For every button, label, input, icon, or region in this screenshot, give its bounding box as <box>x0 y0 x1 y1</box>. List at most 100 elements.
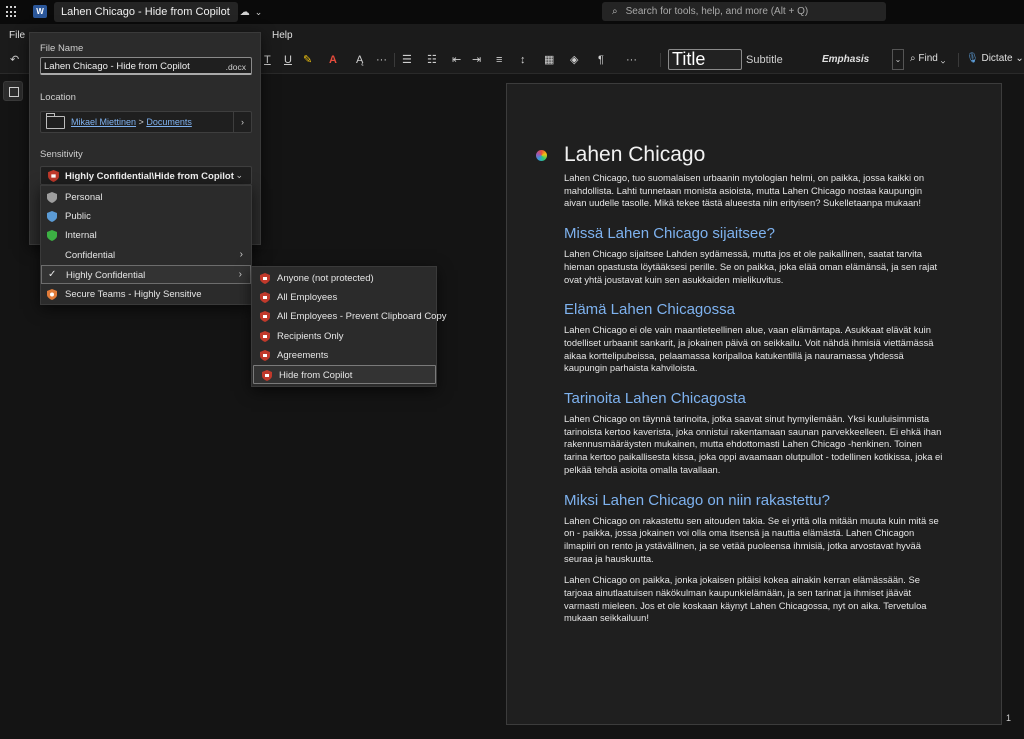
sensitivity-menu: Personal Public Internal Confidential › … <box>40 185 252 305</box>
sensitivity-option-highly-confidential[interactable]: ✓ Highly Confidential › <box>41 265 251 284</box>
submenu-option-anyone[interactable]: Anyone (not protected) <box>252 269 436 288</box>
styles-gallery-chevron-icon[interactable]: ⌄ <box>892 49 904 70</box>
app-launcher-icon[interactable] <box>6 6 18 18</box>
section-heading: Missä Lahen Chicago sijaitsee? <box>564 225 775 243</box>
sensitivity-option-public[interactable]: Public <box>41 207 251 226</box>
document-heading: Lahen Chicago <box>564 143 706 166</box>
paragraph: Lahen Chicago on täynnä tarinoita, jotka… <box>564 413 943 475</box>
dictate-label: Dictate <box>981 53 1013 64</box>
submenu-option-hide-from-copilot[interactable]: Hide from Copilot <box>253 365 436 384</box>
sensitivity-value: Highly Confidential\Hide from Copilot <box>65 171 234 182</box>
chevron-down-icon: ⌄ <box>254 6 263 17</box>
page-number: 1 <box>1006 713 1012 723</box>
shield-icon <box>47 192 57 203</box>
title-bar: W Lahen Chicago - Hide from Copilot ☁ ⌄ … <box>0 0 1024 24</box>
shield-icon <box>47 211 57 222</box>
document-body: Lahen Chicago Lahen Chicago, tuo suomala… <box>564 142 946 625</box>
word-logo-icon: W <box>33 5 47 18</box>
option-label: All Employees <box>277 292 338 303</box>
submenu-option-prevent-clipboard[interactable]: All Employees - Prevent Clipboard Copy <box>252 307 447 326</box>
more-paragraph-options-icon[interactable]: ··· <box>626 52 637 68</box>
shield-icon <box>262 370 272 381</box>
chevron-right-icon: › <box>238 269 242 280</box>
decrease-indent-icon[interactable]: ⇤ <box>452 52 461 68</box>
bullets-icon[interactable]: ☰ <box>402 52 412 68</box>
option-label: Recipients Only <box>277 331 344 342</box>
option-label: Hide from Copilot <box>279 370 353 381</box>
style-title[interactable]: Title <box>668 49 742 70</box>
font-color-icon[interactable]: A <box>329 52 337 68</box>
checkmark-icon: ✓ <box>48 269 57 280</box>
shield-icon <box>48 170 59 182</box>
option-label: Confidential <box>65 250 116 261</box>
section-heading: Elämä Lahen Chicagossa <box>564 301 735 319</box>
file-name-input[interactable]: Lahen Chicago - Hide from Copilot .docx <box>40 57 252 75</box>
document-title: Lahen Chicago - Hide from Copilot <box>61 6 230 18</box>
paragraph: Lahen Chicago sijaitsee Lahden sydämessä… <box>564 248 938 285</box>
align-icon[interactable]: ≡ <box>496 52 502 68</box>
more-options-icon[interactable]: ··· <box>376 52 387 68</box>
folder-icon <box>46 113 65 129</box>
location-picker[interactable]: Mikael Miettinen > Documents › <box>40 111 252 133</box>
line-spacing-icon[interactable]: ↕ <box>520 52 526 68</box>
option-label: Anyone (not protected) <box>277 273 374 284</box>
shield-icon <box>260 350 270 361</box>
option-label: Agreements <box>277 350 329 361</box>
section-heading: Miksi Lahen Chicago on niin rakastettu? <box>564 491 830 509</box>
microphone-icon: 🎙 <box>966 53 979 64</box>
option-label: Personal <box>65 192 103 203</box>
option-label: Public <box>65 211 91 222</box>
paragraph-icon[interactable]: ¶ <box>598 52 604 68</box>
option-label: Secure Teams - Highly Sensitive <box>65 289 202 300</box>
find-button[interactable]: ⌕ Find ⌄ <box>910 53 945 64</box>
dictate-button[interactable]: 🎙 Dictate ⌄ <box>966 53 1024 64</box>
highlight-icon[interactable]: ✎ <box>303 52 312 68</box>
location-path: Mikael Miettinen > Documents <box>71 117 192 127</box>
chevron-right-icon[interactable]: › <box>233 112 251 132</box>
sensitivity-option-internal[interactable]: Internal <box>41 226 251 245</box>
file-name-value: Lahen Chicago - Hide from Copilot <box>44 61 190 72</box>
shield-icon <box>47 230 57 241</box>
submenu-option-agreements[interactable]: Agreements <box>252 346 436 365</box>
section-heading: Tarinoita Lahen Chicagosta <box>564 390 746 408</box>
submenu-option-all-employees[interactable]: All Employees <box>252 288 436 307</box>
copilot-icon[interactable] <box>536 150 547 161</box>
sensitivity-option-secure-teams[interactable]: Secure Teams - Highly Sensitive <box>41 285 251 304</box>
chevron-down-icon: ⌄ <box>235 170 243 180</box>
paragraph: Lahen Chicago, tuo suomalaisen urbaanin … <box>564 172 925 209</box>
option-label: All Employees - Prevent Clipboard Copy <box>277 311 447 322</box>
paragraph: Lahen Chicago on rakastettu sen aitouden… <box>564 514 939 564</box>
numbering-icon[interactable]: ☷ <box>427 52 437 68</box>
sensitivity-dropdown[interactable]: Highly Confidential\Hide from Copilot ⌄ <box>40 166 252 185</box>
shield-icon <box>47 289 57 300</box>
submenu-option-recipients-only[interactable]: Recipients Only <box>252 327 436 346</box>
shield-icon <box>260 273 270 284</box>
location-folder-link[interactable]: Documents <box>146 117 192 127</box>
location-separator: > <box>138 117 144 127</box>
style-subtitle[interactable]: Subtitle <box>746 54 783 66</box>
menu-file[interactable]: File <box>9 30 25 41</box>
location-user-link[interactable]: Mikael Miettinen <box>71 117 136 127</box>
borders-icon[interactable]: ▦ <box>544 52 554 68</box>
navigation-pane-icon[interactable] <box>3 81 23 101</box>
underline-icon[interactable]: U <box>284 52 292 68</box>
shield-icon <box>260 292 270 303</box>
search-box[interactable]: ⌕ Search for tools, help, and more (Alt … <box>602 2 886 21</box>
menu-help[interactable]: Help <box>272 30 293 41</box>
chevron-right-icon: › <box>239 249 243 260</box>
shield-icon <box>260 331 270 342</box>
clear-formatting-icon[interactable]: Ą <box>356 52 363 68</box>
document-title-button[interactable]: Lahen Chicago - Hide from Copilot ☁ ⌄ <box>54 2 262 22</box>
undo-icon[interactable]: ↶ <box>10 52 19 68</box>
file-name-label: File Name <box>40 43 84 54</box>
style-emphasis[interactable]: Emphasis <box>822 54 869 65</box>
sensitivity-option-personal[interactable]: Personal <box>41 188 251 207</box>
shading-icon[interactable]: ◈ <box>570 52 578 68</box>
paragraph: Lahen Chicago ei ole vain maantieteellin… <box>564 324 934 374</box>
increase-indent-icon[interactable]: ⇥ <box>472 52 481 68</box>
strikethrough-icon[interactable]: T <box>264 52 271 68</box>
sensitivity-option-confidential[interactable]: Confidential › <box>41 246 251 265</box>
highly-confidential-submenu: Anyone (not protected) All Employees All… <box>251 266 447 387</box>
cloud-saved-icon: ☁ <box>239 6 250 18</box>
search-placeholder: Search for tools, help, and more (Alt + … <box>625 6 809 17</box>
